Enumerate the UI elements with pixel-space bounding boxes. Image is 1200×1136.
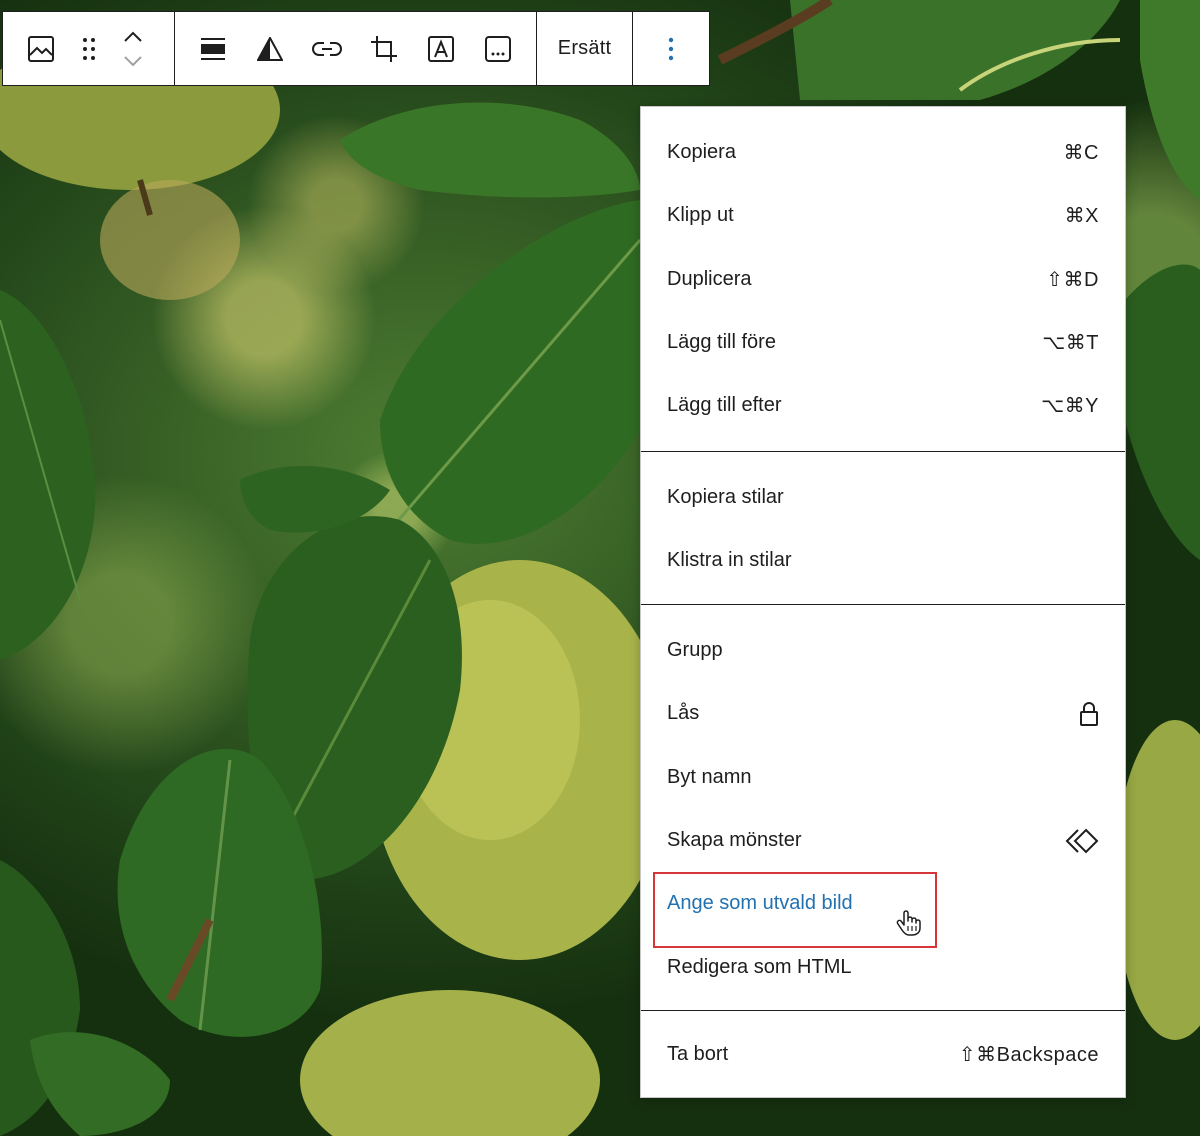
menu-item-edit-as-html[interactable]: Redigera som HTML xyxy=(641,935,1125,998)
menu-item-duplicate[interactable]: Duplicera ⇧⌘D xyxy=(641,248,1125,311)
menu-item-label: Byt namn xyxy=(667,765,752,788)
menu-item-copy[interactable]: Kopiera ⌘C xyxy=(641,121,1125,184)
toolbar-group-tools xyxy=(175,12,537,85)
menu-item-label: Skapa mönster xyxy=(667,829,802,852)
menu-group-styles: Kopiera stilar Klistra in stilar xyxy=(641,452,1125,605)
menu-item-shortcut: ⌘X xyxy=(1064,205,1099,228)
menu-item-label: Kopiera xyxy=(667,141,736,164)
menu-item-shortcut: ⌥⌘T xyxy=(1042,332,1099,355)
menu-item-label: Duplicera xyxy=(667,267,752,290)
menu-item-label: Lägg till före xyxy=(667,331,776,354)
link-icon[interactable] xyxy=(303,25,351,73)
toolbar-group-more xyxy=(633,12,709,85)
text-overlay-icon[interactable] xyxy=(417,25,465,73)
caption-icon[interactable] xyxy=(474,25,522,73)
menu-item-label: Lås xyxy=(667,702,700,725)
more-options-icon[interactable] xyxy=(647,25,695,73)
menu-item-rename[interactable]: Byt namn xyxy=(641,746,1125,809)
move-down-icon[interactable] xyxy=(117,50,149,72)
menu-item-shortcut: ⌥⌘Y xyxy=(1041,395,1099,418)
menu-group-clipboard: Kopiera ⌘C Klipp ut ⌘X Duplicera ⇧⌘D Läg… xyxy=(641,107,1125,452)
menu-item-label: Klipp ut xyxy=(667,204,734,227)
menu-item-insert-after[interactable]: Lägg till efter ⌥⌘Y xyxy=(641,374,1125,437)
menu-item-label: Grupp xyxy=(667,639,723,662)
image-block-icon[interactable] xyxy=(17,25,65,73)
menu-item-shortcut: ⇧⌘D xyxy=(1046,268,1099,291)
menu-item-cut[interactable]: Klipp ut ⌘X xyxy=(641,184,1125,247)
crop-icon[interactable] xyxy=(360,25,408,73)
pattern-icon xyxy=(1065,828,1099,854)
menu-item-label: Klistra in stilar xyxy=(667,549,792,572)
menu-item-create-pattern[interactable]: Skapa mönster xyxy=(641,809,1125,872)
menu-item-set-featured-image[interactable]: Ange som utvald bild xyxy=(641,872,1125,949)
move-controls xyxy=(113,21,153,77)
menu-group-actions: Grupp Lås Byt namn Skapa mönster Ange so… xyxy=(641,605,1125,1011)
menu-item-label: Lägg till efter xyxy=(667,394,782,417)
menu-item-label: Kopiera stilar xyxy=(667,486,784,509)
replace-button[interactable]: Ersätt xyxy=(558,37,611,60)
menu-item-insert-before[interactable]: Lägg till före ⌥⌘T xyxy=(641,311,1125,374)
block-options-menu: Kopiera ⌘C Klipp ut ⌘X Duplicera ⇧⌘D Läg… xyxy=(640,106,1126,1098)
move-up-icon[interactable] xyxy=(117,26,149,48)
toolbar-group-block xyxy=(3,12,175,85)
lock-icon xyxy=(1079,701,1099,727)
menu-item-group[interactable]: Grupp xyxy=(641,619,1125,682)
menu-item-copy-styles[interactable]: Kopiera stilar xyxy=(641,466,1125,529)
menu-item-shortcut: ⇧⌘Backspace xyxy=(958,1043,1099,1066)
toolbar-group-replace: Ersätt xyxy=(537,12,633,85)
menu-item-label: Ta bort xyxy=(667,1042,729,1065)
menu-item-paste-styles[interactable]: Klistra in stilar xyxy=(641,529,1125,592)
menu-group-remove: Ta bort ⇧⌘Backspace xyxy=(641,1011,1125,1097)
menu-item-lock[interactable]: Lås xyxy=(641,682,1125,745)
menu-item-remove[interactable]: Ta bort ⇧⌘Backspace xyxy=(641,1025,1125,1083)
menu-item-shortcut: ⌘C xyxy=(1063,142,1099,165)
menu-item-label: Redigera som HTML xyxy=(667,955,852,978)
align-icon[interactable] xyxy=(189,25,237,73)
block-toolbar: Ersätt xyxy=(2,11,710,86)
drag-handle-icon[interactable] xyxy=(73,25,105,73)
duotone-icon[interactable] xyxy=(246,25,294,73)
